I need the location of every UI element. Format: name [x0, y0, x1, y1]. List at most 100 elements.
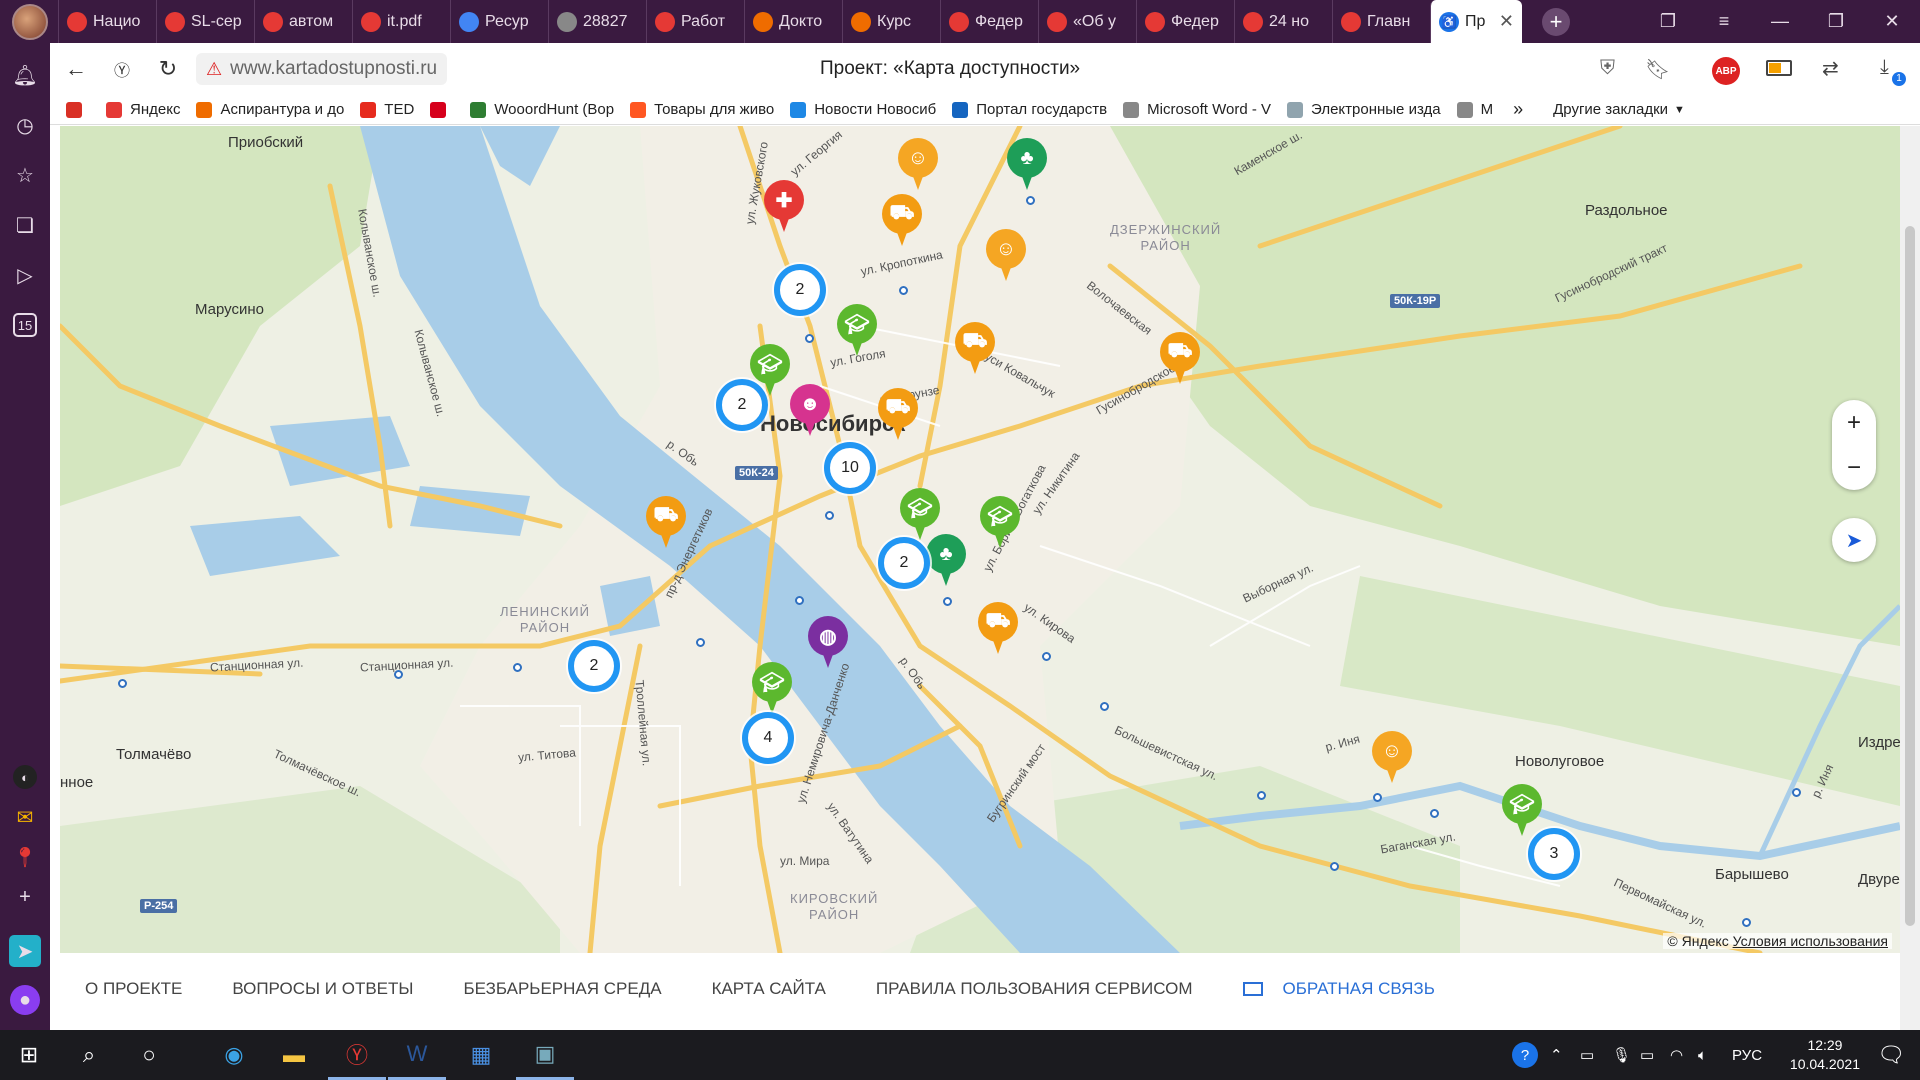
transit-stop[interactable] — [1792, 788, 1801, 797]
bookmark-item[interactable]: Яндекс — [106, 101, 180, 118]
pin-shop[interactable]: ⛟ — [882, 194, 922, 246]
system-clock[interactable]: 12:29 10.04.2021 — [1790, 1036, 1860, 1074]
cluster-marker[interactable]: 3 — [1528, 828, 1580, 880]
bookmark-item[interactable]: Портал государств — [952, 101, 1107, 118]
profile-avatar[interactable] — [12, 3, 48, 40]
pin-social[interactable]: ☺ — [986, 229, 1026, 281]
star-icon[interactable]: ☆ — [13, 163, 37, 187]
tab-item[interactable]: Докто — [744, 0, 842, 43]
alice-assistant-icon[interactable]: ● — [10, 985, 40, 1015]
scrollbar-thumb[interactable] — [1905, 226, 1915, 926]
pin-shop[interactable]: ⛟ — [978, 602, 1018, 654]
transit-stop[interactable] — [1373, 793, 1382, 802]
footer-link-sitemap[interactable]: Карта сайта — [712, 979, 826, 999]
bookmark-item[interactable] — [66, 101, 90, 118]
tray-chevron-icon[interactable]: ⌃ — [1550, 1030, 1563, 1080]
tab-item[interactable]: автом — [254, 0, 352, 43]
transit-stop[interactable] — [795, 596, 804, 605]
battery-icon[interactable]: ▭ — [1640, 1030, 1654, 1080]
calendar-badge-icon[interactable]: 15 — [13, 313, 37, 337]
bookmark-icon[interactable]: 🔖︎ — [1645, 57, 1670, 82]
protect-icon[interactable]: ⛨ — [1600, 57, 1615, 80]
mail-app-icon[interactable]: ✉ — [13, 805, 37, 829]
wifi-icon[interactable]: ◠ — [1670, 1030, 1683, 1080]
transit-stop[interactable] — [513, 663, 522, 672]
volume-icon[interactable]: 🔈︎ — [1698, 1030, 1707, 1080]
tab-item[interactable]: Нацио — [58, 0, 156, 43]
battery-saver-icon[interactable] — [1766, 60, 1792, 76]
tab-active[interactable]: ♿ Пр ✕ — [1430, 0, 1522, 43]
pin-education[interactable]: 🎓︎ — [980, 496, 1020, 548]
language-indicator[interactable]: РУС — [1732, 1030, 1762, 1080]
transit-stop[interactable] — [825, 511, 834, 520]
transit-stop[interactable] — [1330, 862, 1339, 871]
meet-icon[interactable]: ▭ — [1580, 1030, 1594, 1080]
word-icon[interactable]: W — [388, 1030, 446, 1080]
cluster-marker[interactable]: 4 — [742, 712, 794, 764]
file-explorer-icon[interactable]: ▬ — [265, 1030, 323, 1080]
transit-stop[interactable] — [394, 670, 403, 679]
network-app-icon[interactable]: ▣ — [516, 1030, 574, 1080]
microphone-icon[interactable]: 🎙︎ — [1612, 1030, 1631, 1080]
pin-shop[interactable]: ⛟ — [1160, 332, 1200, 384]
pin-education[interactable]: 🎓︎ — [837, 304, 877, 356]
transit-stop[interactable] — [118, 679, 127, 688]
tab-item[interactable]: SL-сер — [156, 0, 254, 43]
edge-icon[interactable]: ◉ — [205, 1030, 263, 1080]
adblock-icon[interactable]: ABP — [1712, 57, 1740, 85]
page-scrollbar[interactable] — [1900, 126, 1920, 1030]
bookmark-item[interactable]: Microsoft Word - V — [1123, 101, 1271, 118]
maps-app-icon[interactable]: 📍︎ — [12, 845, 37, 869]
minimize-button[interactable]: — — [1752, 0, 1808, 43]
back-button[interactable]: ← — [56, 49, 96, 89]
search-icon[interactable]: ⌕ — [60, 1030, 118, 1080]
pin-shop[interactable]: ⛟ — [646, 496, 686, 548]
bookmark-item[interactable]: WooordHunt (Вор — [470, 101, 614, 118]
transit-stop[interactable] — [696, 638, 705, 647]
transit-stop[interactable] — [1100, 702, 1109, 711]
pin-social[interactable]: ☺ — [898, 138, 938, 190]
tab-item[interactable]: Главн — [1332, 0, 1430, 43]
pin-culture[interactable]: ☻ — [790, 384, 830, 436]
pin-education[interactable]: 🎓︎ — [900, 488, 940, 540]
cluster-marker[interactable]: 2 — [568, 640, 620, 692]
transit-stop[interactable] — [805, 334, 814, 343]
pin-education[interactable]: 🎓︎ — [1502, 784, 1542, 836]
cluster-marker[interactable]: 2 — [716, 379, 768, 431]
footer-link-rules[interactable]: Правила пользования сервисом — [876, 979, 1193, 999]
play-icon[interactable]: ▷ — [13, 263, 37, 287]
close-tab-icon[interactable]: ✕ — [1499, 11, 1514, 32]
transit-stop[interactable] — [899, 286, 908, 295]
cluster-marker[interactable]: 2 — [774, 264, 826, 316]
history-icon[interactable]: ◷ — [13, 113, 37, 137]
pin-social[interactable]: ☺ — [1372, 731, 1412, 783]
url-field[interactable]: ⚠ www.kartadostupnosti.ru — [196, 53, 448, 85]
windows-start-icon[interactable]: ⊞ — [0, 1030, 58, 1080]
close-window-button[interactable]: ✕ — [1864, 0, 1920, 43]
tab-item[interactable]: «Об у — [1038, 0, 1136, 43]
bookmark-item[interactable]: Новости Новосиб — [790, 101, 936, 118]
pin-recreation[interactable]: ♣ — [926, 534, 966, 586]
transit-stop[interactable] — [1742, 918, 1751, 927]
translate-icon[interactable]: ⇄ — [1822, 56, 1839, 81]
bookmark-item[interactable]: Товары для живо — [630, 101, 774, 118]
tab-item[interactable]: Курс — [842, 0, 940, 43]
menu-icon[interactable]: ≡ — [1696, 0, 1752, 43]
add-panel-icon[interactable]: + — [13, 885, 37, 909]
pin-recreation[interactable]: ♣ — [1007, 138, 1047, 190]
messenger-icon[interactable]: ➤ — [9, 935, 41, 967]
footer-link-about[interactable]: О проекте — [85, 979, 182, 999]
other-bookmarks[interactable]: Другие закладки — [1553, 101, 1668, 118]
new-tab-button[interactable]: + — [1542, 7, 1570, 36]
pin-medical[interactable]: ✚ — [764, 180, 804, 232]
calendar-app-icon[interactable]: ▦ — [452, 1030, 510, 1080]
collections-panel-icon[interactable]: ❏ — [13, 213, 37, 237]
footer-link-feedback[interactable]: Обратная связь — [1242, 979, 1435, 999]
tab-item[interactable]: Ресур — [450, 0, 548, 43]
task-view-icon[interactable]: ○ — [120, 1030, 178, 1080]
pin-education[interactable]: 🎓︎ — [752, 662, 792, 714]
pin-shop[interactable]: ⛟ — [955, 322, 995, 374]
collections-icon[interactable]: ❐ — [1640, 0, 1696, 43]
geolocation-button[interactable]: ➤ — [1832, 518, 1876, 562]
more-bookmarks-icon[interactable]: » — [1513, 99, 1523, 120]
